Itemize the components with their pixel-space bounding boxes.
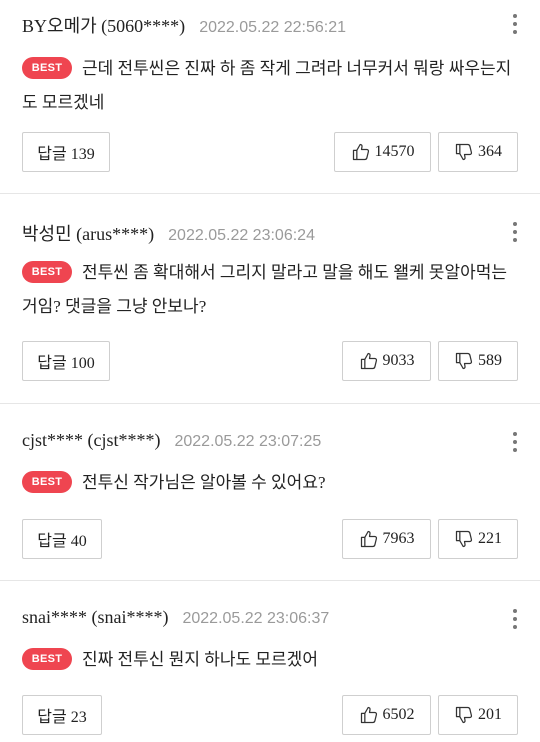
comment-author[interactable]: cjst**** (cjst****) [22,430,160,451]
reply-label: 답글 100 [37,355,95,372]
reply-button[interactable]: 답글 139 [22,132,110,172]
like-button[interactable]: 6502 [342,695,431,735]
best-badge: BEST [22,471,72,493]
dislike-count: 221 [478,530,502,547]
thumbs-down-icon [455,352,473,370]
comment-item: snai**** (snai****) 2022.05.22 23:06:37 … [0,581,540,742]
reply-label: 답글 40 [37,533,87,550]
more-options-icon[interactable] [512,14,518,34]
more-options-icon[interactable] [512,609,518,629]
comment-author[interactable]: snai**** (snai****) [22,607,168,628]
dislike-count: 589 [478,352,502,369]
reply-button[interactable]: 답글 23 [22,695,102,735]
dislike-count: 201 [478,706,502,723]
comment-header: cjst**** (cjst****) 2022.05.22 23:07:25 [22,430,321,454]
comment-body: BEST 근데 전투씬은 진짜 하 좀 작게 그려라 너무커서 뭐랑 싸우는지도 … [22,52,512,120]
thumbs-up-icon [360,352,377,370]
comment-header: 박성민 (arus****) 2022.05.22 23:06:24 [22,220,315,244]
thumbs-down-icon [455,706,473,724]
comment-date: 2022.05.22 23:06:37 [182,610,330,627]
comment-body: BEST 진짜 전투신 뭔지 하나도 모르겠어 [22,643,512,677]
reply-label: 답글 139 [37,146,95,163]
comment-text: 전투신 작가님은 알아볼 수 있어요? [82,473,326,492]
dislike-button[interactable]: 364 [438,132,518,172]
like-count: 14570 [374,143,415,160]
comment-body: BEST 전투신 작가님은 알아볼 수 있어요? [22,466,512,500]
best-badge: BEST [22,648,72,670]
thumbs-up-icon [360,706,377,724]
dislike-count: 364 [478,143,502,160]
comment-date: 2022.05.22 22:56:21 [199,19,346,36]
reply-label: 답글 23 [37,709,87,726]
thumbs-down-icon [455,143,473,161]
dislike-button[interactable]: 589 [438,341,518,381]
like-button[interactable]: 7963 [342,519,431,559]
reply-button[interactable]: 답글 40 [22,519,102,559]
comment-text: 전투씬 좀 확대해서 그리지 말라고 말을 해도 왤케 못알아먹는거임? 댓글을… [22,263,507,316]
comment-text: 근데 전투씬은 진짜 하 좀 작게 그려라 너무커서 뭐랑 싸우는지도 모르겠네 [22,59,512,112]
reply-button[interactable]: 답글 100 [22,341,110,381]
comment-body: BEST 전투씬 좀 확대해서 그리지 말라고 말을 해도 왤케 못알아먹는거임?… [22,256,512,324]
comment-author[interactable]: BY오메가 (5060****) [22,12,185,38]
comment-item: BY오메가 (5060****) 2022.05.22 22:56:21 BES… [0,0,540,194]
like-count: 9033 [382,352,415,369]
comment-item: cjst**** (cjst****) 2022.05.22 23:07:25 … [0,404,540,581]
comment-text: 진짜 전투신 뭔지 하나도 모르겠어 [82,650,318,669]
thumbs-up-icon [360,530,377,548]
dislike-button[interactable]: 221 [438,519,518,559]
comment-date: 2022.05.22 23:07:25 [174,433,322,450]
comment-author[interactable]: 박성민 (arus****) [22,220,154,246]
comment-date: 2022.05.22 23:06:24 [168,227,315,244]
thumbs-down-icon [455,530,473,548]
comment-header: BY오메가 (5060****) 2022.05.22 22:56:21 [22,12,346,36]
comment-header: snai**** (snai****) 2022.05.22 23:06:37 [22,607,329,631]
like-button[interactable]: 14570 [334,132,431,172]
more-options-icon[interactable] [512,222,518,242]
dislike-button[interactable]: 201 [438,695,518,735]
best-badge: BEST [22,261,72,283]
like-count: 7963 [382,530,415,547]
thumbs-up-icon [352,143,369,161]
comment-item: 박성민 (arus****) 2022.05.22 23:06:24 BEST 전… [0,194,540,404]
best-badge: BEST [22,57,72,79]
more-options-icon[interactable] [512,432,518,452]
like-button[interactable]: 9033 [342,341,431,381]
like-count: 6502 [382,706,415,723]
